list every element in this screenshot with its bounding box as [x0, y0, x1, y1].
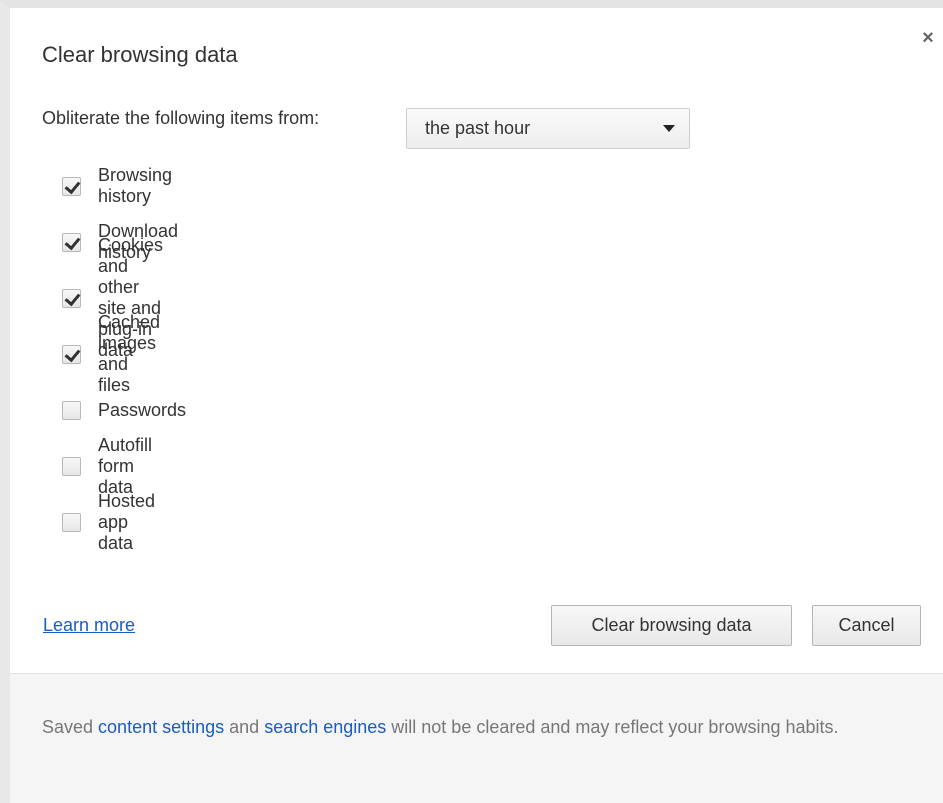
option-label: Browsing history: [98, 165, 173, 206]
option-label: Cached images and files: [98, 312, 161, 395]
footer-middle: and: [224, 717, 265, 737]
option-browsing-history[interactable]: Browsing history: [62, 165, 172, 206]
browsing-history-checkbox[interactable]: [62, 176, 81, 196]
dialog-title: Clear browsing data: [42, 42, 238, 67]
footer-suffix: will not be cleared and may reflect your…: [386, 717, 839, 737]
close-icon[interactable]: ×: [918, 28, 938, 48]
time-period-selected-value: the past hour: [425, 118, 531, 138]
time-period-row: Obliterate the following items from: the…: [42, 108, 690, 149]
autofill-checkbox[interactable]: [62, 456, 81, 476]
hosted-app-data-checkbox[interactable]: [62, 512, 81, 532]
dropdown-arrow-icon: [663, 125, 675, 132]
clear-browsing-data-dialog: Clear browsing data × Obliterate the fol…: [0, 0, 943, 803]
footer-note: Saved content settings and search engine…: [42, 709, 902, 745]
option-passwords[interactable]: Passwords: [62, 396, 186, 424]
dialog-footer: Saved content settings and search engine…: [10, 673, 943, 803]
option-autofill[interactable]: Autofill form data: [62, 435, 152, 497]
footer-prefix: Saved: [42, 717, 99, 737]
option-cached-images[interactable]: Cached images and files: [62, 312, 160, 395]
cookies-checkbox[interactable]: [62, 288, 81, 308]
cancel-button[interactable]: Cancel: [812, 605, 921, 646]
clear-browsing-data-button[interactable]: Clear browsing data: [551, 605, 792, 646]
time-period-label: Obliterate the following items from:: [42, 108, 320, 128]
option-label: Autofill form data: [98, 434, 153, 497]
option-cookies[interactable]: Cookies and other site and plug-in data: [62, 235, 163, 360]
option-label: Passwords: [98, 399, 187, 420]
search-engines-link[interactable]: search engines: [264, 717, 386, 737]
time-period-select[interactable]: the past hour: [406, 108, 690, 149]
option-label: Hosted app data: [98, 490, 156, 553]
option-hosted-app-data[interactable]: Hosted app data: [62, 491, 155, 553]
content-settings-link[interactable]: content settings: [98, 717, 224, 737]
cached-images-checkbox[interactable]: [62, 344, 81, 364]
learn-more-link[interactable]: Learn more: [43, 615, 135, 636]
download-history-checkbox[interactable]: [62, 232, 81, 252]
passwords-checkbox[interactable]: [62, 400, 81, 420]
